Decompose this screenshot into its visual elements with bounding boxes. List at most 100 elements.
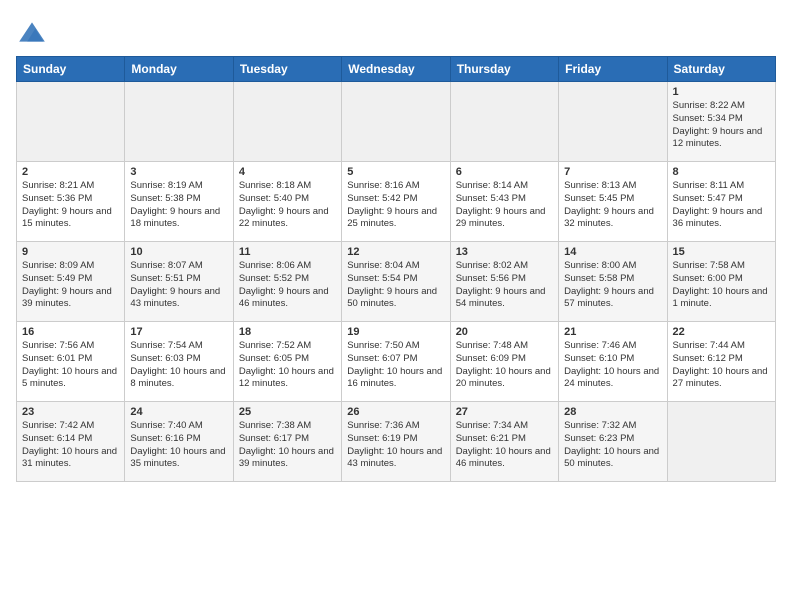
day-cell: 23Sunrise: 7:42 AM Sunset: 6:14 PM Dayli…: [17, 402, 125, 482]
day-number: 18: [239, 326, 336, 338]
day-cell: 1 Sunrise: 8:22 AM Sunset: 5:34 PM Daylig…: [667, 82, 775, 162]
day-info: Sunrise: 8:04 AM Sunset: 5:54 PM Dayligh…: [347, 260, 444, 311]
day-cell: 9 Sunrise: 8:09 AM Sunset: 5:49 PM Daylig…: [17, 242, 125, 322]
day-number: 21: [564, 326, 661, 338]
day-number: 10: [130, 246, 227, 258]
day-number: 25: [239, 406, 336, 418]
day-cell: 22 Sunrise: 7:44 AM Sunset: 6:12 PM Dayli…: [667, 322, 775, 402]
day-info: Sunrise: 8:02 AM Sunset: 5:56 PM Dayligh…: [456, 260, 553, 311]
day-info: Sunrise: 7:52 AM Sunset: 6:05 PM Dayligh…: [239, 340, 336, 391]
day-info: Sunrise: 7:44 AM Sunset: 6:12 PM Dayligh…: [673, 340, 770, 391]
day-number: 1: [673, 86, 770, 98]
day-cell: [17, 82, 125, 162]
weekday-header-friday: Friday: [559, 57, 667, 82]
day-number: 28: [564, 406, 661, 418]
day-cell: 21Sunrise: 7:46 AM Sunset: 6:10 PM Dayli…: [559, 322, 667, 402]
day-cell: 27 Sunrise: 7:34 AM Sunset: 6:21 PM Dayli…: [450, 402, 558, 482]
day-info: Sunrise: 8:11 AM Sunset: 5:47 PM Dayligh…: [673, 180, 770, 231]
day-cell: 2 Sunrise: 8:21 AM Sunset: 5:36 PM Daylig…: [17, 162, 125, 242]
weekday-header-tuesday: Tuesday: [233, 57, 341, 82]
day-info: Sunrise: 7:34 AM Sunset: 6:21 PM Dayligh…: [456, 420, 553, 471]
day-info: Sunrise: 7:42 AM Sunset: 6:14 PM Dayligh…: [22, 420, 119, 471]
day-info: Sunrise: 8:00 AM Sunset: 5:58 PM Dayligh…: [564, 260, 661, 311]
day-info: Sunrise: 7:32 AM Sunset: 6:23 PM Dayligh…: [564, 420, 661, 471]
day-cell: 4 Sunrise: 8:18 AM Sunset: 5:40 PM Daylig…: [233, 162, 341, 242]
day-info: Sunrise: 8:21 AM Sunset: 5:36 PM Dayligh…: [22, 180, 119, 231]
day-cell: 17 Sunrise: 7:54 AM Sunset: 6:03 PM Dayli…: [125, 322, 233, 402]
day-cell: 26 Sunrise: 7:36 AM Sunset: 6:19 PM Dayli…: [342, 402, 450, 482]
day-cell: 6 Sunrise: 8:14 AM Sunset: 5:43 PM Daylig…: [450, 162, 558, 242]
day-info: Sunrise: 8:18 AM Sunset: 5:40 PM Dayligh…: [239, 180, 336, 231]
day-cell: 28 Sunrise: 7:32 AM Sunset: 6:23 PM Dayli…: [559, 402, 667, 482]
day-cell: 19Sunrise: 7:50 AM Sunset: 6:07 PM Dayli…: [342, 322, 450, 402]
day-number: 5: [347, 166, 444, 178]
day-cell: 20 Sunrise: 7:48 AM Sunset: 6:09 PM Dayli…: [450, 322, 558, 402]
day-number: 13: [456, 246, 553, 258]
day-number: 26: [347, 406, 444, 418]
day-cell: 18 Sunrise: 7:52 AM Sunset: 6:05 PM Dayli…: [233, 322, 341, 402]
day-info: Sunrise: 8:07 AM Sunset: 5:51 PM Dayligh…: [130, 260, 227, 311]
week-row-2: 2 Sunrise: 8:21 AM Sunset: 5:36 PM Daylig…: [17, 162, 776, 242]
week-row-1: 1 Sunrise: 8:22 AM Sunset: 5:34 PM Daylig…: [17, 82, 776, 162]
calendar-table: SundayMondayTuesdayWednesdayThursdayFrid…: [16, 56, 776, 482]
day-number: 20: [456, 326, 553, 338]
day-cell: [559, 82, 667, 162]
weekday-header-row: SundayMondayTuesdayWednesdayThursdayFrid…: [17, 57, 776, 82]
day-number: 7: [564, 166, 661, 178]
day-number: 22: [673, 326, 770, 338]
logo-icon: [16, 16, 48, 48]
week-row-4: 16 Sunrise: 7:56 AM Sunset: 6:01 PM Dayli…: [17, 322, 776, 402]
day-number: 3: [130, 166, 227, 178]
day-number: 9: [22, 246, 119, 258]
day-cell: 16 Sunrise: 7:56 AM Sunset: 6:01 PM Dayli…: [17, 322, 125, 402]
day-info: Sunrise: 7:36 AM Sunset: 6:19 PM Dayligh…: [347, 420, 444, 471]
week-row-5: 23Sunrise: 7:42 AM Sunset: 6:14 PM Dayli…: [17, 402, 776, 482]
day-cell: 15 Sunrise: 7:58 AM Sunset: 6:00 PM Dayli…: [667, 242, 775, 322]
day-cell: 8 Sunrise: 8:11 AM Sunset: 5:47 PM Daylig…: [667, 162, 775, 242]
day-number: 17: [130, 326, 227, 338]
day-number: 15: [673, 246, 770, 258]
day-number: 16: [22, 326, 119, 338]
weekday-header-thursday: Thursday: [450, 57, 558, 82]
day-info: Sunrise: 8:14 AM Sunset: 5:43 PM Dayligh…: [456, 180, 553, 231]
day-info: Sunrise: 7:40 AM Sunset: 6:16 PM Dayligh…: [130, 420, 227, 471]
day-cell: 13 Sunrise: 8:02 AM Sunset: 5:56 PM Dayli…: [450, 242, 558, 322]
day-info: Sunrise: 8:13 AM Sunset: 5:45 PM Dayligh…: [564, 180, 661, 231]
day-cell: 12 Sunrise: 8:04 AM Sunset: 5:54 PM Dayli…: [342, 242, 450, 322]
day-number: 4: [239, 166, 336, 178]
day-info: Sunrise: 8:19 AM Sunset: 5:38 PM Dayligh…: [130, 180, 227, 231]
week-row-3: 9 Sunrise: 8:09 AM Sunset: 5:49 PM Daylig…: [17, 242, 776, 322]
day-info: Sunrise: 7:58 AM Sunset: 6:00 PM Dayligh…: [673, 260, 770, 311]
day-cell: [125, 82, 233, 162]
day-info: Sunrise: 7:48 AM Sunset: 6:09 PM Dayligh…: [456, 340, 553, 391]
day-cell: 14 Sunrise: 8:00 AM Sunset: 5:58 PM Dayli…: [559, 242, 667, 322]
weekday-header-saturday: Saturday: [667, 57, 775, 82]
page: SundayMondayTuesdayWednesdayThursdayFrid…: [0, 0, 792, 492]
day-cell: [450, 82, 558, 162]
day-number: 27: [456, 406, 553, 418]
header: [16, 16, 776, 48]
day-cell: 10 Sunrise: 8:07 AM Sunset: 5:51 PM Dayli…: [125, 242, 233, 322]
day-cell: 7 Sunrise: 8:13 AM Sunset: 5:45 PM Daylig…: [559, 162, 667, 242]
day-number: 2: [22, 166, 119, 178]
weekday-header-wednesday: Wednesday: [342, 57, 450, 82]
day-number: 8: [673, 166, 770, 178]
weekday-header-sunday: Sunday: [17, 57, 125, 82]
day-number: 12: [347, 246, 444, 258]
day-info: Sunrise: 7:56 AM Sunset: 6:01 PM Dayligh…: [22, 340, 119, 391]
day-number: 11: [239, 246, 336, 258]
day-cell: 25 Sunrise: 7:38 AM Sunset: 6:17 PM Dayli…: [233, 402, 341, 482]
day-info: Sunrise: 7:54 AM Sunset: 6:03 PM Dayligh…: [130, 340, 227, 391]
day-cell: 11Sunrise: 8:06 AM Sunset: 5:52 PM Dayli…: [233, 242, 341, 322]
day-info: Sunrise: 8:22 AM Sunset: 5:34 PM Dayligh…: [673, 100, 770, 151]
weekday-header-monday: Monday: [125, 57, 233, 82]
day-number: 6: [456, 166, 553, 178]
day-number: 14: [564, 246, 661, 258]
day-number: 19: [347, 326, 444, 338]
day-info: Sunrise: 8:09 AM Sunset: 5:49 PM Dayligh…: [22, 260, 119, 311]
day-info: Sunrise: 7:38 AM Sunset: 6:17 PM Dayligh…: [239, 420, 336, 471]
day-cell: 3 Sunrise: 8:19 AM Sunset: 5:38 PM Daylig…: [125, 162, 233, 242]
day-info: Sunrise: 8:16 AM Sunset: 5:42 PM Dayligh…: [347, 180, 444, 231]
day-cell: [233, 82, 341, 162]
day-cell: [667, 402, 775, 482]
